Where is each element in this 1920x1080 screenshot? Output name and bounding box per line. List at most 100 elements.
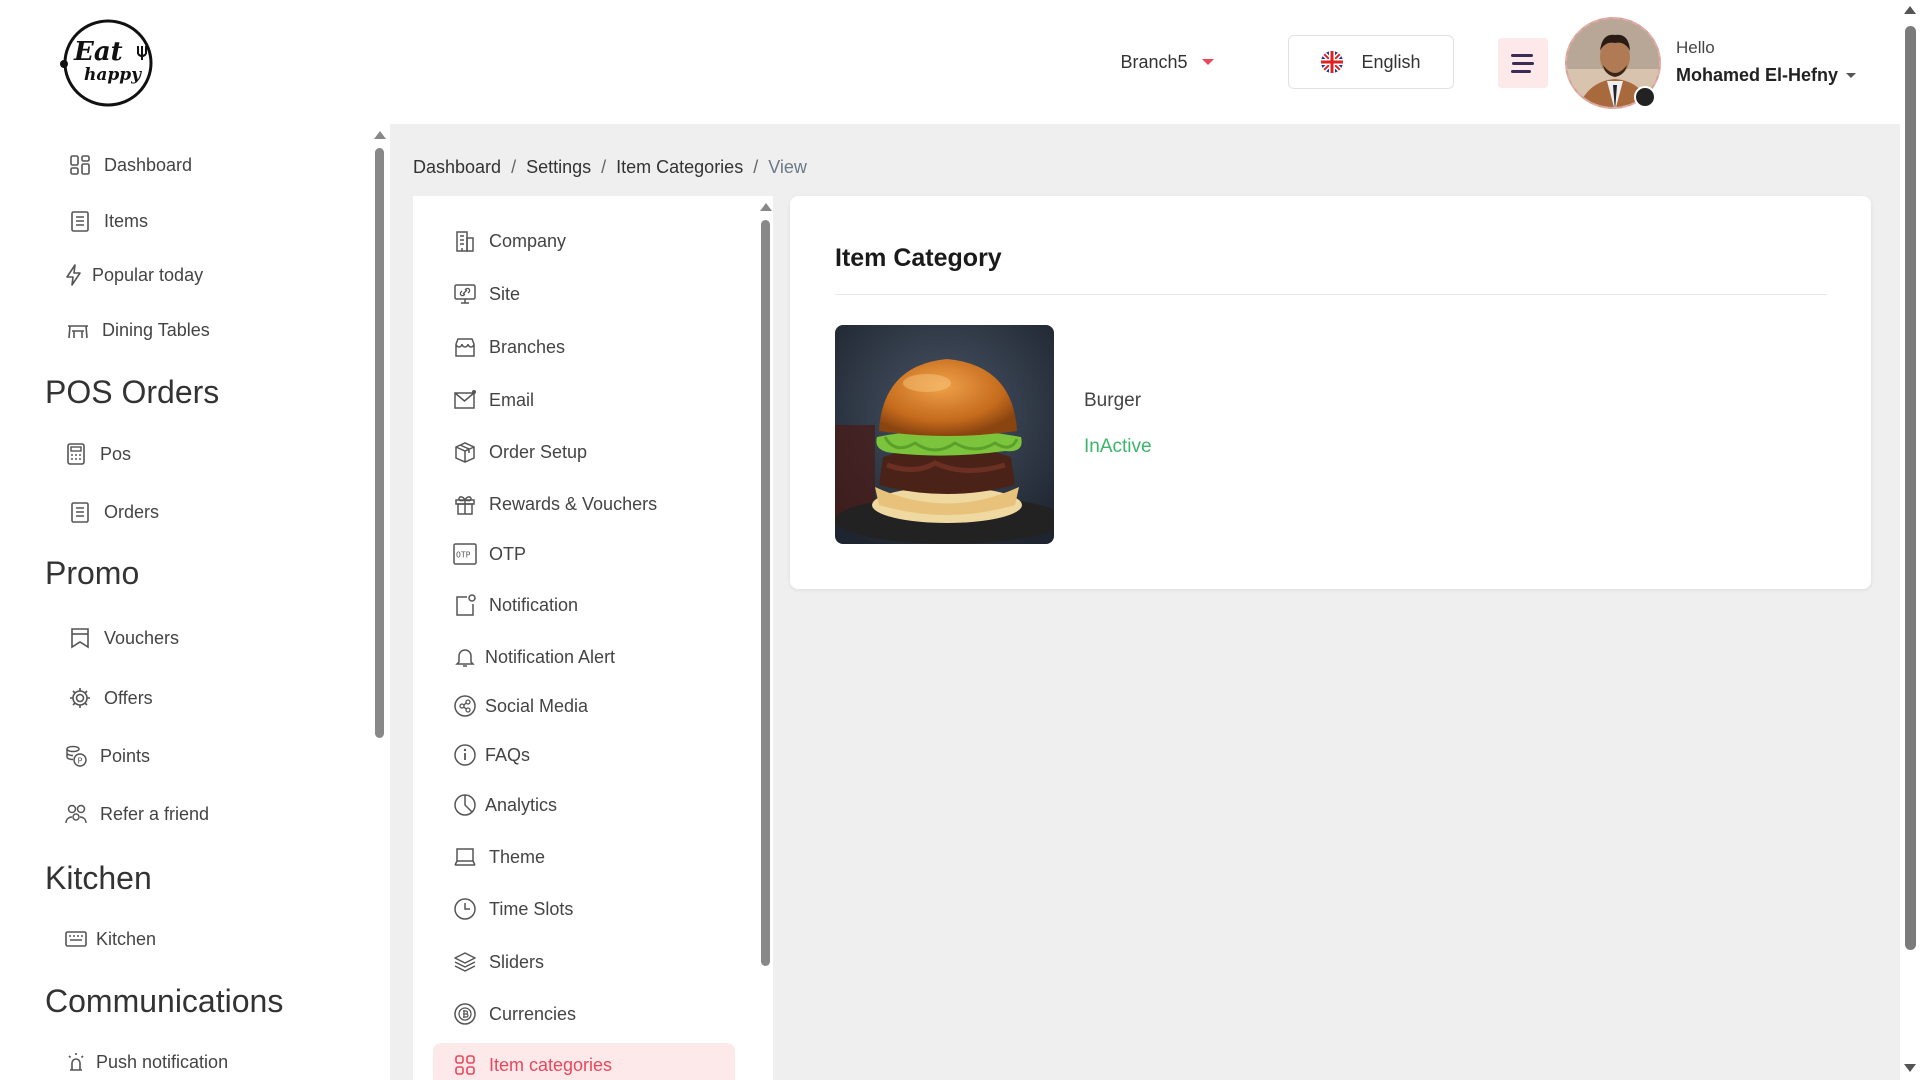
eat-happy-logo[interactable]: Eat happy (58, 16, 156, 108)
uk-flag-icon (1321, 51, 1344, 73)
sidebar-item-items[interactable]: Items (68, 209, 148, 233)
otp-icon: OTP (453, 543, 477, 565)
menu-line-icon (1512, 61, 1534, 65)
settings-item-rewards-vouchers[interactable]: Rewards & Vouchers (453, 492, 657, 516)
sidebar-item-vouchers[interactable]: Vouchers (68, 626, 179, 650)
sidebar-item-label: Popular today (92, 264, 204, 285)
settings-item-sliders[interactable]: Sliders (453, 950, 544, 974)
chevron-down-icon (1201, 59, 1214, 65)
info-icon (454, 744, 476, 766)
bell-icon (455, 649, 475, 667)
settings-item-label: Item categories (489, 1054, 613, 1075)
alarm-icon (68, 1053, 84, 1071)
settings-item-notification-alert[interactable]: Notification Alert (453, 645, 615, 669)
language-label: English (1361, 51, 1421, 72)
sidebar-item-label: Points (100, 745, 151, 766)
settings-item-label: Notification Alert (485, 646, 616, 667)
sidebar-item-dining-tables[interactable]: Dining Tables (66, 318, 210, 342)
sidebar-item-label: Push notification (96, 1051, 229, 1072)
settings-item-notification[interactable]: Notification (453, 593, 578, 617)
dashboard-icon (70, 155, 90, 175)
language-selector[interactable]: English (1288, 35, 1454, 89)
notification-icon (456, 594, 476, 616)
sidebar-item-dashboard[interactable]: Dashboard (68, 153, 192, 177)
sidebar-scrollbar[interactable] (375, 148, 384, 738)
settings-item-label: Company (489, 230, 567, 251)
breadcrumb-current: View (768, 157, 807, 177)
settings-item-label: Order Setup (489, 441, 588, 462)
card-divider (835, 294, 1827, 295)
settings-item-otp[interactable]: OTP OTP (453, 542, 526, 566)
page-scroll-down-icon[interactable] (1904, 1064, 1916, 1072)
breadcrumb-item-categories[interactable]: Item Categories (616, 157, 743, 178)
sidebar-item-label: Items (104, 210, 149, 231)
store-icon (455, 338, 475, 357)
settings-item-social-media[interactable]: Social Media (453, 694, 588, 718)
page-scroll-up-icon[interactable] (1904, 6, 1916, 14)
breadcrumb-settings[interactable]: Settings (526, 157, 591, 178)
settings-item-faqs[interactable]: FAQs (453, 743, 530, 767)
sidebar-item-label: Pos (100, 443, 132, 464)
sidebar-item-refer-a-friend[interactable]: Refer a friend (64, 802, 209, 826)
settings-menu-panel (413, 196, 773, 1080)
branch-selector[interactable]: Branch5 (1082, 34, 1252, 90)
voucher-icon (71, 628, 89, 649)
settings-item-label: Analytics (485, 794, 558, 815)
box-icon (455, 442, 475, 463)
settings-item-branches[interactable]: Branches (453, 335, 565, 359)
settings-item-label: OTP (489, 543, 527, 564)
sidebar-item-label: Dining Tables (102, 319, 210, 340)
grid-icon (455, 1055, 475, 1075)
section-title-kitchen: Kitchen (45, 860, 152, 896)
kitchen-icon (65, 931, 87, 947)
settings-item-time-slots[interactable]: Time Slots (453, 897, 573, 921)
monitor-link-icon (454, 284, 476, 304)
settings-item-site[interactable]: Site (453, 282, 520, 306)
pos-icon (67, 443, 85, 465)
settings-item-label: Notification (489, 594, 579, 615)
sidebar-item-pos[interactable]: Pos (64, 442, 131, 466)
sidebar-item-popular-today[interactable]: Popular today (62, 263, 203, 287)
settings-item-label: Sliders (489, 951, 545, 972)
layers-icon (454, 952, 476, 972)
category-image (835, 325, 1054, 544)
breadcrumb-dashboard[interactable]: Dashboard (413, 157, 501, 178)
settings-item-item-categories[interactable]: Item categories (433, 1043, 735, 1080)
svg-text:OTP: OTP (456, 551, 471, 560)
settings-item-currencies[interactable]: Currencies (453, 1002, 576, 1026)
page-scrollbar-thumb[interactable] (1905, 26, 1916, 950)
sidebar-item-points[interactable]: P Points (64, 744, 150, 768)
sidebar-item-label: Offers (104, 687, 153, 708)
settings-item-theme[interactable]: Theme (453, 845, 545, 869)
settings-scroll-up-icon[interactable] (760, 203, 772, 211)
settings-item-analytics[interactable]: Analytics (453, 793, 557, 817)
branch-label: Branch5 (1120, 51, 1188, 72)
currency-icon (454, 1003, 476, 1025)
settings-item-company[interactable]: Company (453, 229, 566, 253)
hamburger-menu-button[interactable] (1498, 38, 1548, 88)
svg-text:happy: happy (84, 65, 142, 85)
settings-item-order-setup[interactable]: Order Setup (453, 440, 587, 464)
sidebar-item-label: Dashboard (104, 154, 193, 175)
settings-item-label: Time Slots (489, 898, 574, 919)
sidebar-item-kitchen[interactable]: Kitchen (64, 927, 156, 951)
users-icon (65, 804, 87, 824)
sidebar-item-label: Vouchers (104, 627, 180, 648)
breadcrumb-separator: / (511, 157, 517, 177)
sidebar-scroll-up-icon[interactable] (374, 131, 386, 139)
edit-avatar-icon[interactable] (1634, 86, 1656, 108)
mail-icon (454, 390, 476, 409)
user-menu[interactable]: Mohamed El-Hefny (1676, 65, 1857, 86)
sidebar-item-orders[interactable]: Orders (68, 500, 159, 524)
settings-item-label: Branches (489, 336, 566, 357)
settings-scrollbar[interactable] (761, 220, 770, 966)
settings-item-email[interactable]: Email (453, 388, 534, 412)
settings-item-label: Theme (489, 846, 546, 867)
share-icon (454, 695, 476, 717)
sidebar-item-push-notification[interactable]: Push notification (64, 1050, 228, 1074)
gift-icon (455, 496, 475, 515)
section-title-promo: Promo (45, 555, 140, 591)
sidebar-item-offers[interactable]: Offers (68, 686, 153, 710)
settings-item-label: Social Media (485, 695, 589, 716)
bolt-icon (66, 264, 81, 286)
